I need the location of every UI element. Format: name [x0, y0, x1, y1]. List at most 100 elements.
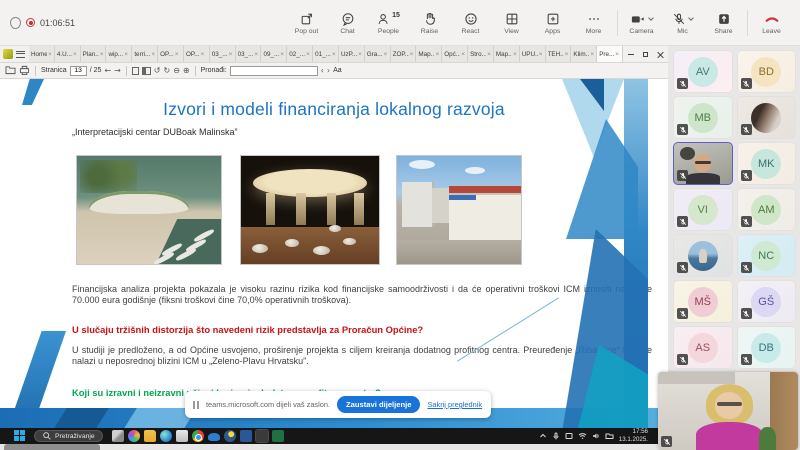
raise-hand-button[interactable]: Raise [409, 2, 450, 44]
document-tab[interactable]: TEH...× [546, 46, 572, 62]
document-tab[interactable]: Stro...× [468, 46, 494, 62]
tray-caret-icon[interactable] [539, 432, 547, 440]
menu-icon[interactable] [16, 51, 25, 58]
language-indicator-icon[interactable] [565, 432, 573, 440]
document-tab[interactable]: OP...× [158, 46, 184, 62]
tab-close-icon[interactable]: × [461, 51, 465, 58]
print-icon[interactable] [19, 65, 30, 77]
react-button[interactable]: React [450, 2, 491, 44]
document-tab[interactable]: 03_...× [210, 46, 236, 62]
zoom-in-icon[interactable]: ⊕ [183, 67, 190, 75]
participant-tile[interactable] [674, 235, 732, 276]
document-tab[interactable]: OP...× [184, 46, 210, 62]
tab-close-icon[interactable]: × [513, 51, 517, 58]
open-file-icon[interactable] [5, 65, 16, 77]
more-button[interactable]: More [573, 2, 614, 44]
document-tab[interactable]: Klim...× [571, 46, 597, 62]
document-tab[interactable]: Gra...× [365, 46, 391, 62]
people-button[interactable]: 15 People [368, 2, 409, 44]
taskbar-clock[interactable]: 17:56 13.1.2025. [619, 428, 648, 444]
rotate-right-icon[interactable]: ↻ [163, 67, 170, 75]
rotate-left-icon[interactable]: ↺ [154, 67, 161, 75]
document-tab[interactable]: Map...× [416, 46, 442, 62]
tab-close-icon[interactable]: × [487, 51, 491, 58]
participant-tile[interactable]: NC [738, 235, 796, 276]
document-tab[interactable]: wip...× [106, 46, 132, 62]
taskbar-search[interactable]: Pretraživanje [34, 430, 103, 442]
participant-video-tile[interactable] [674, 143, 732, 184]
tab-close-icon[interactable]: × [332, 51, 336, 58]
find-previous-icon[interactable]: ‹ [321, 66, 324, 75]
mic-button[interactable]: Mic [662, 2, 703, 44]
tab-close-icon[interactable]: × [565, 51, 569, 58]
self-video-tile[interactable] [658, 372, 798, 450]
chevron-down-icon[interactable] [688, 15, 694, 21]
minimize-button[interactable] [623, 47, 638, 62]
participant-tile[interactable]: MB [674, 97, 732, 138]
restore-button[interactable] [638, 47, 653, 62]
tab-close-icon[interactable]: × [100, 51, 104, 58]
tab-close-icon[interactable]: × [435, 51, 439, 58]
onedrive-icon[interactable] [208, 433, 220, 441]
document-tab[interactable]: 01_...× [313, 46, 339, 62]
participant-tile[interactable]: AS [674, 327, 732, 368]
word-icon[interactable] [240, 430, 252, 442]
document-tab[interactable]: Home× [29, 46, 55, 62]
chrome-icon[interactable] [192, 430, 204, 442]
task-view-icon[interactable] [112, 430, 124, 442]
document-tab[interactable]: UPU...× [520, 46, 546, 62]
participant-tile[interactable]: AM [738, 189, 796, 230]
leave-button[interactable]: Leave [751, 2, 792, 44]
back-icon[interactable]: ← [104, 66, 111, 75]
match-case-toggle[interactable]: Aa [333, 67, 342, 74]
store-icon[interactable] [176, 430, 188, 442]
participant-tile[interactable]: BD [738, 51, 796, 92]
document-tab[interactable]: 4.U...× [55, 46, 81, 62]
pause-share-icon[interactable] [193, 401, 199, 409]
document-tab[interactable]: 09_...× [261, 46, 287, 62]
forward-icon[interactable]: → [114, 66, 121, 75]
find-next-icon[interactable]: › [327, 66, 330, 75]
file-explorer-icon[interactable] [144, 430, 156, 442]
stop-sharing-button[interactable]: Zaustavi dijeljenje [337, 396, 420, 413]
volume-icon[interactable] [592, 432, 600, 440]
tab-close-icon[interactable]: × [280, 51, 284, 58]
tab-close-icon[interactable]: × [590, 51, 594, 58]
tab-close-icon[interactable]: × [229, 51, 233, 58]
tab-close-icon[interactable]: × [73, 51, 77, 58]
wifi-icon[interactable] [578, 432, 587, 440]
chat-button[interactable]: Chat [327, 2, 368, 44]
document-tab[interactable]: 03_...× [236, 46, 262, 62]
tab-close-icon[interactable]: × [539, 51, 543, 58]
participant-tile[interactable] [738, 97, 796, 138]
tab-close-icon[interactable]: × [358, 51, 362, 58]
sumatra-pdf-icon[interactable] [256, 430, 268, 442]
tab-close-icon[interactable]: × [615, 51, 619, 58]
page-number-input[interactable] [70, 66, 87, 76]
pop-out-button[interactable]: Pop out [286, 2, 327, 44]
excel-icon[interactable] [272, 430, 284, 442]
document-tab[interactable]: 02_...× [287, 46, 313, 62]
tab-close-icon[interactable]: × [254, 51, 258, 58]
close-button[interactable] [653, 47, 668, 62]
tab-close-icon[interactable]: × [384, 51, 388, 58]
tab-close-icon[interactable]: × [201, 51, 205, 58]
globe-app-icon[interactable] [224, 430, 236, 442]
document-tab[interactable]: ZOP...× [391, 46, 417, 62]
tab-close-icon[interactable]: × [175, 51, 179, 58]
document-tab[interactable]: Pre...× [597, 46, 623, 62]
edge-icon[interactable] [160, 430, 172, 442]
participant-tile[interactable]: MŠ [674, 281, 732, 322]
participant-tile[interactable]: MK [738, 143, 796, 184]
document-tab[interactable]: Map...× [494, 46, 520, 62]
hide-browser-link[interactable]: Sakrij preglednik [427, 400, 482, 409]
tab-close-icon[interactable]: × [410, 51, 414, 58]
document-tab[interactable]: terri...× [132, 46, 158, 62]
document-tab[interactable]: UzP...× [339, 46, 365, 62]
participant-tile[interactable]: GŠ [738, 281, 796, 322]
find-input[interactable] [230, 66, 318, 76]
share-button[interactable]: Share [703, 2, 744, 44]
start-button[interactable] [14, 430, 26, 442]
facing-pages-view-icon[interactable] [142, 67, 151, 75]
apps-button[interactable]: Apps [532, 2, 573, 44]
